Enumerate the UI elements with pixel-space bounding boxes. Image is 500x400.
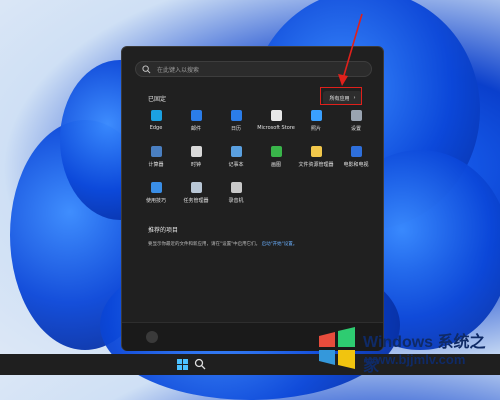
avatar[interactable] <box>146 331 158 343</box>
pinned-app[interactable]: 画图 <box>256 146 296 174</box>
app-label: 时钟 <box>190 162 201 168</box>
settings-icon <box>350 110 362 121</box>
annotation-arrow <box>338 13 363 86</box>
edge-icon <box>150 110 162 121</box>
watermark: Windows 系统之家 www.bjjmlv.com <box>305 322 500 375</box>
app-label: 使用技巧 <box>145 198 166 204</box>
app-label: 设置 <box>350 126 361 132</box>
pinned-app[interactable]: 日历 <box>216 110 256 138</box>
task-manager-icon <box>190 182 202 193</box>
start-settings-link[interactable]: 启动"开始"设置。 <box>262 242 298 247</box>
movies-icon <box>350 146 362 157</box>
recorder-icon <box>230 182 242 193</box>
pinned-app[interactable]: 使用技巧 <box>136 182 176 210</box>
pinned-app[interactable]: Edge <box>136 110 176 138</box>
pinned-app[interactable]: 计算器 <box>136 146 176 174</box>
recommended-text: 要显示你最近的文件和新应用，请在"设置"中启用它们。 启动"开始"设置。 <box>148 241 297 247</box>
pinned-app[interactable]: 设置 <box>336 110 376 138</box>
mail-icon <box>190 110 202 121</box>
tips-icon <box>150 182 162 193</box>
app-label: 记事本 <box>228 162 244 168</box>
pinned-app[interactable]: Microsoft Store <box>256 110 296 138</box>
app-label: 录音机 <box>228 198 244 204</box>
pinned-title: 已固定 <box>148 96 167 103</box>
recommended-message: 要显示你最近的文件和新应用，请在"设置"中启用它们。 <box>148 242 261 247</box>
app-label: 任务管理器 <box>183 198 209 204</box>
paint-icon <box>270 146 282 157</box>
watermark-url: www.bjjmlv.com <box>365 352 466 367</box>
notepad-icon <box>230 146 242 157</box>
pinned-app[interactable]: 邮件 <box>176 110 216 138</box>
app-label: 电影和电视 <box>343 162 369 168</box>
pinned-app[interactable]: 时钟 <box>176 146 216 174</box>
calculator-icon <box>150 146 162 157</box>
pinned-app[interactable]: 文件资源管理器 <box>296 146 336 174</box>
calendar-icon <box>230 110 242 121</box>
store-icon <box>270 110 282 121</box>
folder-icon <box>310 146 322 157</box>
recommended-title: 推荐的项目 <box>148 227 179 234</box>
pinned-apps-grid: Edge 邮件 日历 Microsoft Store 照片 设置计算器 时钟 记事本 画图 文件资… <box>136 110 376 210</box>
pinned-app[interactable]: 任务管理器 <box>176 182 216 210</box>
clock-icon <box>190 146 202 157</box>
app-label: 文件资源管理器 <box>298 162 334 168</box>
search-placeholder: 在此键入以搜索 <box>157 66 200 74</box>
taskbar-search-icon[interactable] <box>194 358 206 370</box>
app-label: Edge <box>149 125 163 131</box>
photos-icon <box>310 110 322 121</box>
watermark-title-en: Windows <box>363 334 434 351</box>
pinned-app[interactable]: 电影和电视 <box>336 146 376 174</box>
app-label: 邮件 <box>190 126 201 132</box>
pinned-app[interactable]: 照片 <box>296 110 336 138</box>
windows-start-icon[interactable] <box>177 359 188 370</box>
windows-logo-icon <box>319 327 355 369</box>
app-label: 计算器 <box>148 162 164 168</box>
app-label: Microsoft Store <box>257 125 295 131</box>
app-label: 照片 <box>310 126 321 132</box>
pinned-app[interactable]: 录音机 <box>216 182 256 210</box>
app-label: 画图 <box>270 162 281 168</box>
pinned-app[interactable]: 记事本 <box>216 146 256 174</box>
search-icon <box>142 64 151 73</box>
app-label: 日历 <box>230 126 241 132</box>
